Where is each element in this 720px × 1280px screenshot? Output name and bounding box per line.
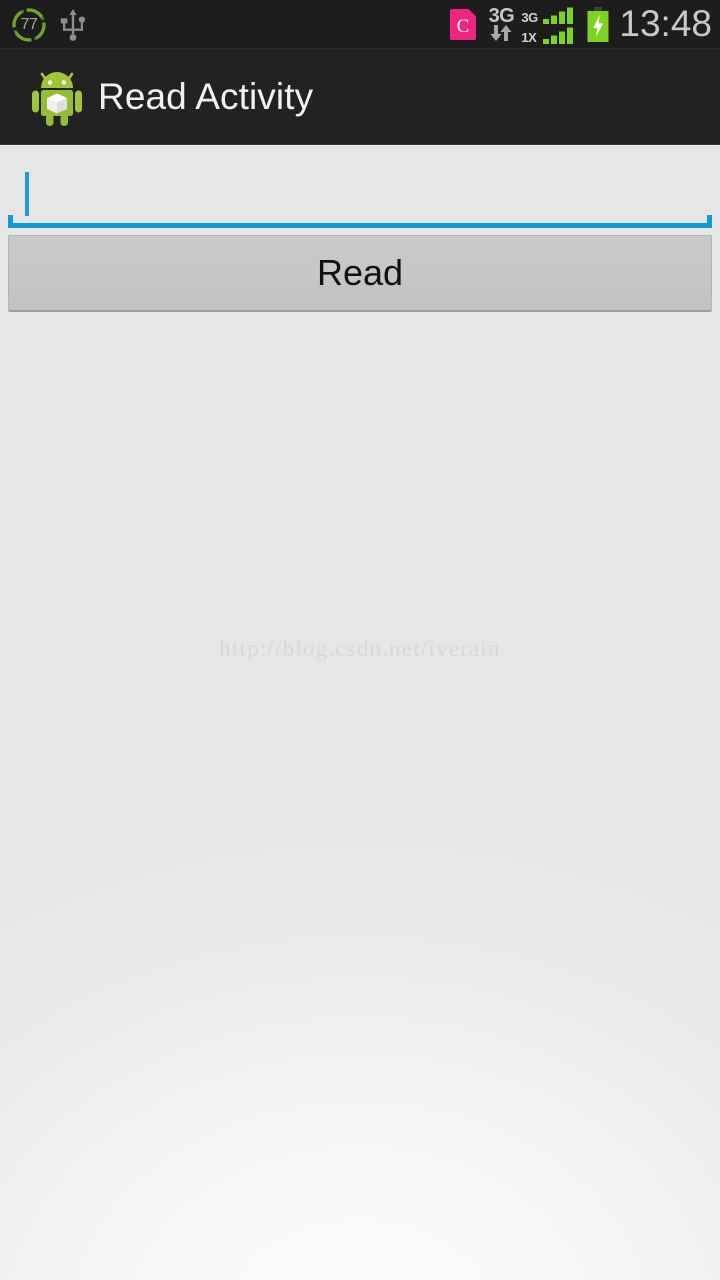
status-bar-left-icons: 77: [10, 0, 86, 49]
signal-label-3g: 3G: [521, 9, 538, 25]
search-input[interactable]: [8, 156, 712, 228]
underline-tick-right: [707, 215, 712, 228]
signal-row-1x: 1X: [521, 26, 577, 44]
svg-text:C: C: [457, 16, 470, 37]
signal-bars-1x-icon: [543, 27, 574, 44]
battery-percent-badge: 77: [10, 6, 48, 44]
android-robot-logo: [32, 71, 82, 126]
activity-content: Read http://blog.csdn.net/iverain: [0, 146, 720, 1280]
status-bar-clock: 13:48: [619, 3, 712, 44]
action-bar: Read Activity: [0, 49, 720, 145]
watermark-text: http://blog.csdn.net/iverain: [219, 636, 501, 661]
page-title: Read Activity: [98, 75, 314, 117]
status-bar: 77 C 3G 3G 1X 13:48: [0, 0, 720, 49]
dual-signal-indicator: 3G 1X: [521, 4, 577, 46]
c-app-notification-icon: C: [450, 9, 477, 40]
signal-label-1x: 1X: [521, 29, 537, 45]
signal-row-3g: 3G: [521, 6, 577, 24]
battery-percent-label: 77: [20, 15, 38, 33]
network-type-indicator: 3G: [488, 5, 515, 45]
underline-tick-left: [8, 215, 13, 228]
usb-icon: [60, 8, 85, 41]
data-transfer-arrows-icon: [490, 25, 513, 41]
android-screen: 77 C 3G 3G 1X 13:48 Read Activity Read h…: [0, 0, 720, 1280]
status-bar-right-icons: C 3G 3G 1X 13:48: [449, 0, 712, 49]
text-input-row: [8, 156, 712, 228]
signal-bars-3g-icon: [543, 7, 574, 24]
battery-charging-icon: [587, 6, 609, 42]
input-focus-underline: [8, 215, 712, 228]
text-cursor: [25, 172, 29, 216]
network-type-label: 3G: [488, 5, 515, 27]
read-button[interactable]: Read: [8, 235, 712, 312]
